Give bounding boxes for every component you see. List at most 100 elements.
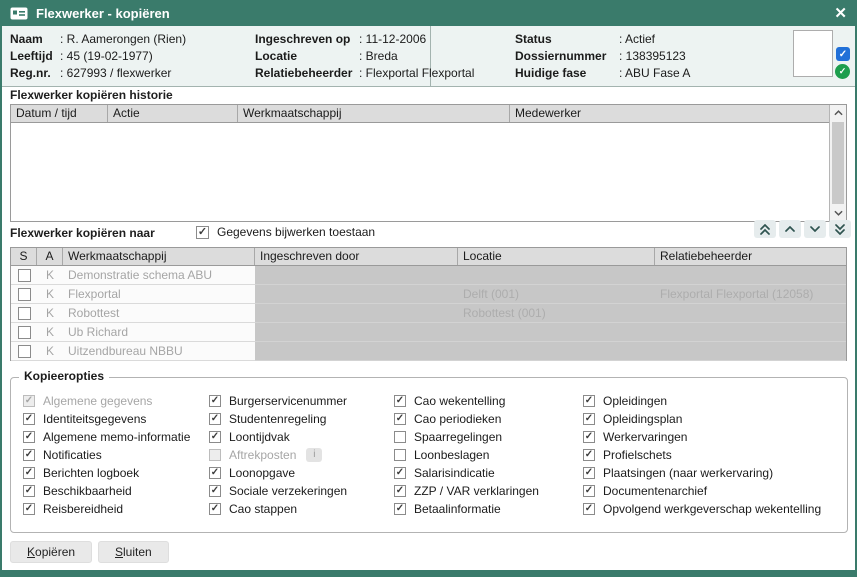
option-checkbox-beschikbaarheid[interactable]: ✓Beschikbaarheid	[23, 484, 190, 497]
option-checkbox-cao-stappen[interactable]: ✓Cao stappen	[209, 502, 347, 515]
column-header-relatiebeheerder[interactable]: Relatiebeheerder	[655, 248, 846, 265]
history-scrollbar[interactable]	[829, 105, 846, 221]
field-label: Leeftijd	[10, 49, 60, 63]
column-header-actie[interactable]: Actie	[108, 105, 238, 122]
options-column-2: ✓Burgerservicenummer ✓Studentenregeling ✓L…	[209, 394, 347, 515]
option-label: Plaatsingen (naar werkervaring)	[603, 466, 773, 480]
option-checkbox-plaatsingen-naar-werkervaring[interactable]: ✓Plaatsingen (naar werkervaring)	[583, 466, 821, 479]
option-checkbox-salarisindicatie[interactable]: ✓Salarisindicatie	[394, 466, 539, 479]
row-checkbox[interactable]	[18, 288, 31, 301]
option-checkbox-algemene-memo-informatie[interactable]: ✓Algemene memo-informatie	[23, 430, 190, 443]
move-to-bottom-button[interactable]	[829, 220, 851, 238]
option-checkbox-studentenregeling[interactable]: ✓Studentenregeling	[209, 412, 347, 425]
option-checkbox-burgerservicenummer[interactable]: ✓Burgerservicenummer	[209, 394, 347, 407]
button-label: opiëren	[35, 545, 75, 559]
field-value: : 45 (19-02-1977)	[60, 49, 153, 63]
history-table: Datum / tijd Actie Werkmaatschappij Mede…	[10, 104, 847, 222]
option-label: Betaalinformatie	[414, 502, 501, 516]
row-checkbox[interactable]	[18, 326, 31, 339]
option-checkbox-opleidingsplan[interactable]: ✓Opleidingsplan	[583, 412, 821, 425]
options-column-4: ✓Opleidingen ✓Opleidingsplan ✓Werkervaring…	[583, 394, 821, 515]
option-label: Loonbeslagen	[414, 448, 489, 462]
option-label: Algemene memo-informatie	[43, 430, 190, 444]
column-header-ingeschreven-door[interactable]: Ingeschreven door	[255, 248, 458, 265]
update-data-checkbox-label: Gegevens bijwerken toestaan	[217, 225, 375, 239]
info-icon[interactable]: i	[306, 448, 322, 462]
column-header-datum-tijd[interactable]: Datum / tijd	[11, 105, 108, 122]
row-checkbox[interactable]	[18, 307, 31, 320]
checkbox-icon: ✓	[394, 485, 406, 497]
select-cell	[11, 266, 37, 285]
field-label: Relatiebeheerder	[255, 66, 359, 80]
column-header-locatie[interactable]: Locatie	[458, 248, 655, 265]
option-checkbox-loonbeslagen[interactable]: Loonbeslagen	[394, 448, 539, 461]
row-checkbox[interactable]	[18, 345, 31, 358]
kopieren-button[interactable]: Kopiëren	[10, 541, 92, 563]
locatie-cell: Delft (001)	[458, 285, 655, 304]
option-checkbox-identiteitsgegevens[interactable]: ✓Identiteitsgegevens	[23, 412, 190, 425]
dialog-title: Flexwerker - kopiëren	[36, 6, 170, 21]
checkbox-icon: ✓	[583, 431, 595, 443]
move-to-top-button[interactable]	[754, 220, 776, 238]
option-checkbox-werkervaringen[interactable]: ✓Werkervaringen	[583, 430, 821, 443]
option-checkbox-betaalinformatie[interactable]: ✓Betaalinformatie	[394, 502, 539, 515]
scrollbar-thumb[interactable]	[832, 122, 844, 204]
column-header-werkmaatschappij[interactable]: Werkmaatschappij	[63, 248, 255, 265]
option-checkbox-cao-wekentelling[interactable]: ✓Cao wekentelling	[394, 394, 539, 407]
flexworker-header-panel: Naam: R. Aamerongen (Rien) Leeftijd: 45 …	[2, 26, 855, 87]
field-label: Naam	[10, 32, 60, 46]
field-value: : 11-12-2006	[359, 32, 426, 46]
field-value: : 138395123	[619, 49, 686, 63]
row-move-controls	[754, 220, 851, 238]
a-cell: K	[37, 304, 63, 323]
option-checkbox-opvolgend-werkgeverschap-wekentelling[interactable]: ✓Opvolgend werkgeverschap wekentelling	[583, 502, 821, 515]
column-header-werkmaatschappij[interactable]: Werkmaatschappij	[238, 105, 510, 122]
ingeschreven-door-cell	[255, 323, 458, 342]
option-checkbox-sociale-verzekeringen[interactable]: ✓Sociale verzekeringen	[209, 484, 347, 497]
option-checkbox-cao-periodieken[interactable]: ✓Cao periodieken	[394, 412, 539, 425]
option-label: Spaarregelingen	[414, 430, 502, 444]
sluiten-button[interactable]: Sluiten	[98, 541, 169, 563]
option-checkbox-profielschets[interactable]: ✓Profielschets	[583, 448, 821, 461]
column-header-a[interactable]: A	[37, 248, 63, 265]
close-icon[interactable]: ✕	[834, 6, 847, 21]
option-checkbox-documentenarchief[interactable]: ✓Documentenarchief	[583, 484, 821, 497]
scroll-down-icon[interactable]	[830, 205, 846, 221]
ingeschreven-door-cell	[255, 304, 458, 323]
option-checkbox-zzp-var-verklaringen[interactable]: ✓ ZZP / VAR verklaringen	[394, 484, 539, 497]
option-label: Loontijdvak	[229, 430, 290, 444]
copy-options-fieldset: Kopieeropties ✓Algemene gegevens✓Identit…	[10, 377, 848, 533]
option-checkbox-loontijdvak[interactable]: ✓Loontijdvak	[209, 430, 347, 443]
move-down-button[interactable]	[804, 220, 826, 238]
option-checkbox-notificaties[interactable]: ✓Notificaties	[23, 448, 190, 461]
ingeschreven-door-cell	[255, 266, 458, 285]
header-column-3: Status: Actief Dossiernummer: 138395123 …	[515, 32, 690, 80]
option-checkbox-reisbereidheid[interactable]: ✓Reisbereidheid	[23, 502, 190, 515]
option-checkbox-algemene-gegevens: ✓Algemene gegevens	[23, 394, 190, 407]
update-data-checkbox[interactable]: ✓ Gegevens bijwerken toestaan	[196, 225, 375, 239]
option-checkbox-spaarregelingen[interactable]: Spaarregelingen	[394, 430, 539, 443]
field-label: Status	[515, 32, 619, 46]
option-label: Profielschets	[603, 448, 672, 462]
option-checkbox-loonopgave[interactable]: ✓Loonopgave	[209, 466, 347, 479]
option-label: Loonopgave	[229, 466, 295, 480]
checkbox-icon: ✓	[583, 503, 595, 515]
table-row: KUitzendbureau NBBU	[11, 342, 846, 361]
option-label: ZZP / VAR verklaringen	[414, 484, 539, 498]
column-header-medewerker[interactable]: Medewerker	[510, 105, 829, 122]
checkbox-icon: ✓	[23, 395, 35, 407]
checkbox-icon: ✓	[583, 485, 595, 497]
photo-placeholder	[793, 30, 833, 77]
checkbox-icon: ✓	[23, 449, 35, 461]
column-header-s[interactable]: S	[11, 248, 37, 265]
field-label: Reg.nr.	[10, 66, 60, 80]
option-checkbox-opleidingen[interactable]: ✓Opleidingen	[583, 394, 821, 407]
row-checkbox[interactable]	[18, 269, 31, 282]
copy-to-table: S A Werkmaatschappij Ingeschreven door L…	[10, 247, 847, 361]
option-label: Cao periodieken	[414, 412, 501, 426]
blue-checkbox-icon[interactable]: ✓	[836, 47, 850, 61]
move-up-button[interactable]	[779, 220, 801, 238]
scroll-up-icon[interactable]	[830, 105, 846, 121]
option-checkbox-berichten-logboek[interactable]: ✓Berichten logboek	[23, 466, 190, 479]
checkbox-icon: ✓	[23, 413, 35, 425]
